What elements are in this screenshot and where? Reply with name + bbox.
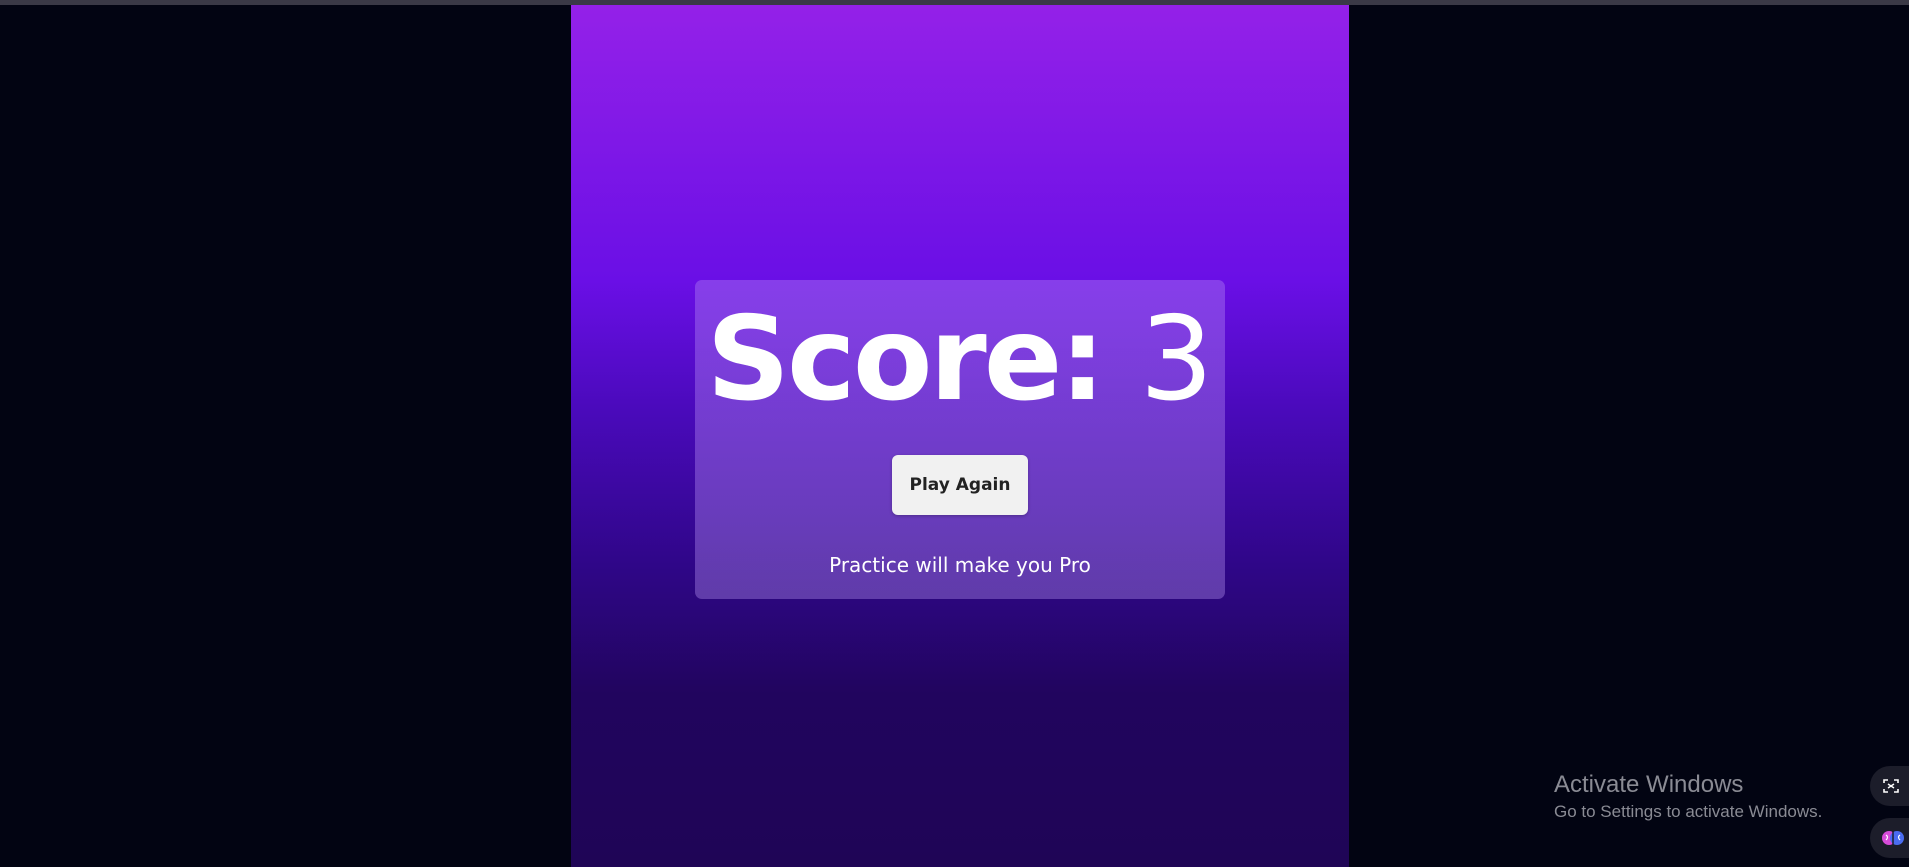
score-label: Score: xyxy=(706,292,1106,427)
practice-message: Practice will make you Pro xyxy=(829,553,1091,577)
score-display: Score: 3 xyxy=(695,290,1225,430)
watermark-subtitle: Go to Settings to activate Windows. xyxy=(1554,802,1823,821)
brain-extension-widget[interactable] xyxy=(1870,818,1909,858)
screen-capture-icon xyxy=(1883,779,1899,793)
screen-capture-widget[interactable] xyxy=(1870,766,1909,806)
watermark-title: Activate Windows xyxy=(1554,771,1744,798)
score-value: 3 xyxy=(1139,292,1214,427)
play-again-button[interactable]: Play Again xyxy=(892,455,1028,515)
brain-extension-icon xyxy=(1882,831,1904,845)
activate-windows-watermark: Activate Windows Go to Settings to activ… xyxy=(1554,770,1822,824)
